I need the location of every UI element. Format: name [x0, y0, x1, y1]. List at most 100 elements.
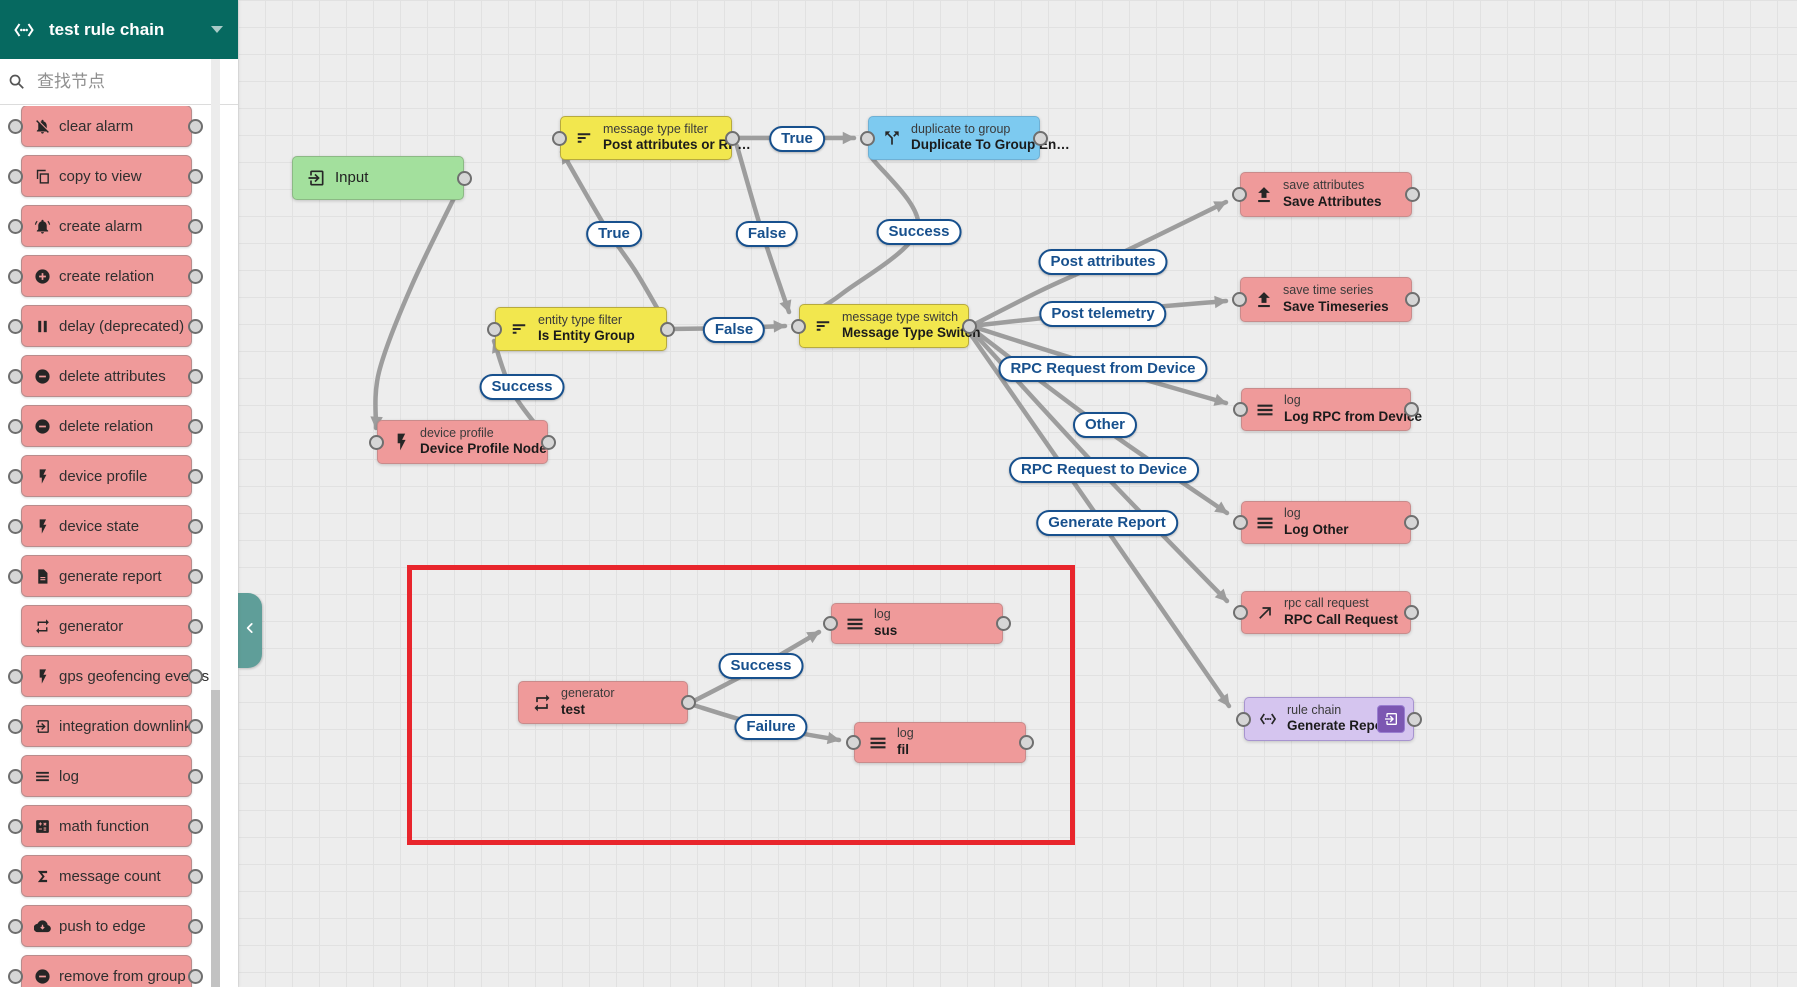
- palette-node-generate-report[interactable]: generate report: [21, 555, 192, 597]
- connector-dot[interactable]: [8, 319, 23, 334]
- edge-label-post-attributes[interactable]: Post attributes: [1038, 249, 1167, 275]
- palette-node-math-function[interactable]: math function: [21, 805, 192, 847]
- connector-dot[interactable]: [1233, 515, 1248, 530]
- connector-dot[interactable]: [660, 322, 675, 337]
- edge-label-other[interactable]: Other: [1073, 412, 1137, 438]
- connector-dot[interactable]: [541, 435, 556, 450]
- connector-dot[interactable]: [188, 369, 203, 384]
- edge-label-true[interactable]: True: [769, 126, 825, 152]
- palette-node-message-count[interactable]: message count: [21, 855, 192, 897]
- node-entity-type-filter[interactable]: entity type filterIs Entity Group: [495, 307, 667, 351]
- connector-dot[interactable]: [1404, 605, 1419, 620]
- palette-node-copy-to-view[interactable]: copy to view: [21, 155, 192, 197]
- connector-dot[interactable]: [552, 131, 567, 146]
- connector-dot[interactable]: [188, 969, 203, 984]
- connector-dot[interactable]: [8, 219, 23, 234]
- node-device-profile[interactable]: device profileDevice Profile Node: [377, 420, 548, 464]
- connector-dot[interactable]: [8, 719, 23, 734]
- node-log-sus[interactable]: logsus: [831, 603, 1003, 644]
- palette-node-push-to-edge[interactable]: push to edge: [21, 905, 192, 947]
- palette-node-gps-geofencing-events[interactable]: gps geofencing events: [21, 655, 192, 697]
- palette-node-clear-alarm[interactable]: clear alarm: [21, 106, 192, 147]
- connector-dot[interactable]: [188, 919, 203, 934]
- open-rule-chain-button[interactable]: [1377, 705, 1405, 733]
- palette-node-device-state[interactable]: device state: [21, 505, 192, 547]
- connector-dot[interactable]: [188, 569, 203, 584]
- connector-dot[interactable]: [188, 669, 203, 684]
- edge-label-post-telemetry[interactable]: Post telemetry: [1039, 301, 1166, 327]
- node-rule-chain-generate-report[interactable]: rule chainGenerate Report: [1244, 697, 1414, 741]
- connector-dot[interactable]: [8, 419, 23, 434]
- node-rpc-call-request[interactable]: rpc call requestRPC Call Request: [1241, 591, 1411, 634]
- search-input[interactable]: [35, 71, 199, 93]
- connector-dot[interactable]: [188, 769, 203, 784]
- node-generator-test[interactable]: generatortest: [518, 681, 688, 724]
- edge-label-generate-report[interactable]: Generate Report: [1036, 510, 1178, 536]
- palette-node-log[interactable]: log: [21, 755, 192, 797]
- chevron-down-icon[interactable]: [211, 26, 223, 33]
- edge-label-failure[interactable]: Failure: [734, 714, 807, 740]
- connector-dot[interactable]: [1404, 402, 1419, 417]
- connector-dot[interactable]: [8, 919, 23, 934]
- connector-dot[interactable]: [188, 719, 203, 734]
- connector-dot[interactable]: [1405, 292, 1420, 307]
- connector-dot[interactable]: [1236, 712, 1251, 727]
- connector-dot[interactable]: [8, 469, 23, 484]
- connector-dot[interactable]: [1232, 187, 1247, 202]
- connector-dot[interactable]: [1233, 402, 1248, 417]
- connector-dot[interactable]: [1404, 515, 1419, 530]
- palette-node-generator[interactable]: generator: [21, 605, 192, 647]
- connector-dot[interactable]: [369, 435, 384, 450]
- node-log-rpc-from-device[interactable]: logLog RPC from Device: [1241, 388, 1411, 431]
- node-message-type-filter[interactable]: message type filterPost attributes or RP…: [560, 116, 732, 160]
- connector-dot[interactable]: [8, 969, 23, 984]
- connector-dot[interactable]: [8, 269, 23, 284]
- connector-dot[interactable]: [860, 131, 875, 146]
- palette-node-remove-from-group[interactable]: remove from group: [21, 955, 192, 987]
- connector-dot[interactable]: [996, 616, 1011, 631]
- connector-dot[interactable]: [188, 519, 203, 534]
- palette-node-delete-relation[interactable]: delete relation: [21, 405, 192, 447]
- connector-dot[interactable]: [1407, 712, 1422, 727]
- connector-dot[interactable]: [188, 469, 203, 484]
- connector-dot[interactable]: [188, 869, 203, 884]
- connector-dot[interactable]: [8, 119, 23, 134]
- node-save-timeseries[interactable]: save time seriesSave Timeseries: [1240, 277, 1412, 322]
- node-duplicate-to-group[interactable]: duplicate to groupDuplicate To Group En…: [868, 116, 1040, 160]
- connector-dot[interactable]: [681, 695, 696, 710]
- edge-label-true[interactable]: True: [586, 221, 642, 247]
- edge-label-rpc-request-to-device[interactable]: RPC Request to Device: [1009, 457, 1199, 483]
- palette-node-create-relation[interactable]: create relation: [21, 255, 192, 297]
- connector-dot[interactable]: [8, 769, 23, 784]
- connector-dot[interactable]: [8, 369, 23, 384]
- connector-dot[interactable]: [962, 319, 977, 334]
- palette-node-integration-downlink[interactable]: integration downlink: [21, 705, 192, 747]
- connector-dot[interactable]: [8, 169, 23, 184]
- connector-dot[interactable]: [487, 322, 502, 337]
- edge-label-success[interactable]: Success: [480, 374, 565, 400]
- palette-node-create-alarm[interactable]: create alarm: [21, 205, 192, 247]
- edge-label-success[interactable]: Success: [877, 219, 962, 245]
- node-message-type-switch[interactable]: message type switchMessage Type Switch: [799, 304, 969, 348]
- connector-dot[interactable]: [1405, 187, 1420, 202]
- connector-dot[interactable]: [1232, 292, 1247, 307]
- connector-dot[interactable]: [8, 569, 23, 584]
- connector-dot[interactable]: [823, 616, 838, 631]
- node-log-fil[interactable]: logfil: [854, 722, 1026, 763]
- connector-dot[interactable]: [1019, 735, 1034, 750]
- connector-dot[interactable]: [188, 419, 203, 434]
- connector-dot[interactable]: [8, 869, 23, 884]
- connector-dot[interactable]: [1233, 605, 1248, 620]
- connector-dot[interactable]: [188, 119, 203, 134]
- palette-node-delay-deprecated[interactable]: delay (deprecated): [21, 305, 192, 347]
- connector-dot[interactable]: [1033, 131, 1048, 146]
- connector-dot[interactable]: [188, 619, 203, 634]
- connector-dot[interactable]: [188, 219, 203, 234]
- edge-label-success[interactable]: Success: [719, 653, 804, 679]
- connector-dot[interactable]: [457, 171, 472, 186]
- edge-label-false[interactable]: False: [703, 317, 765, 343]
- connector-dot[interactable]: [188, 319, 203, 334]
- edge-label-false[interactable]: False: [736, 221, 798, 247]
- connector-dot[interactable]: [791, 319, 806, 334]
- connector-dot[interactable]: [8, 669, 23, 684]
